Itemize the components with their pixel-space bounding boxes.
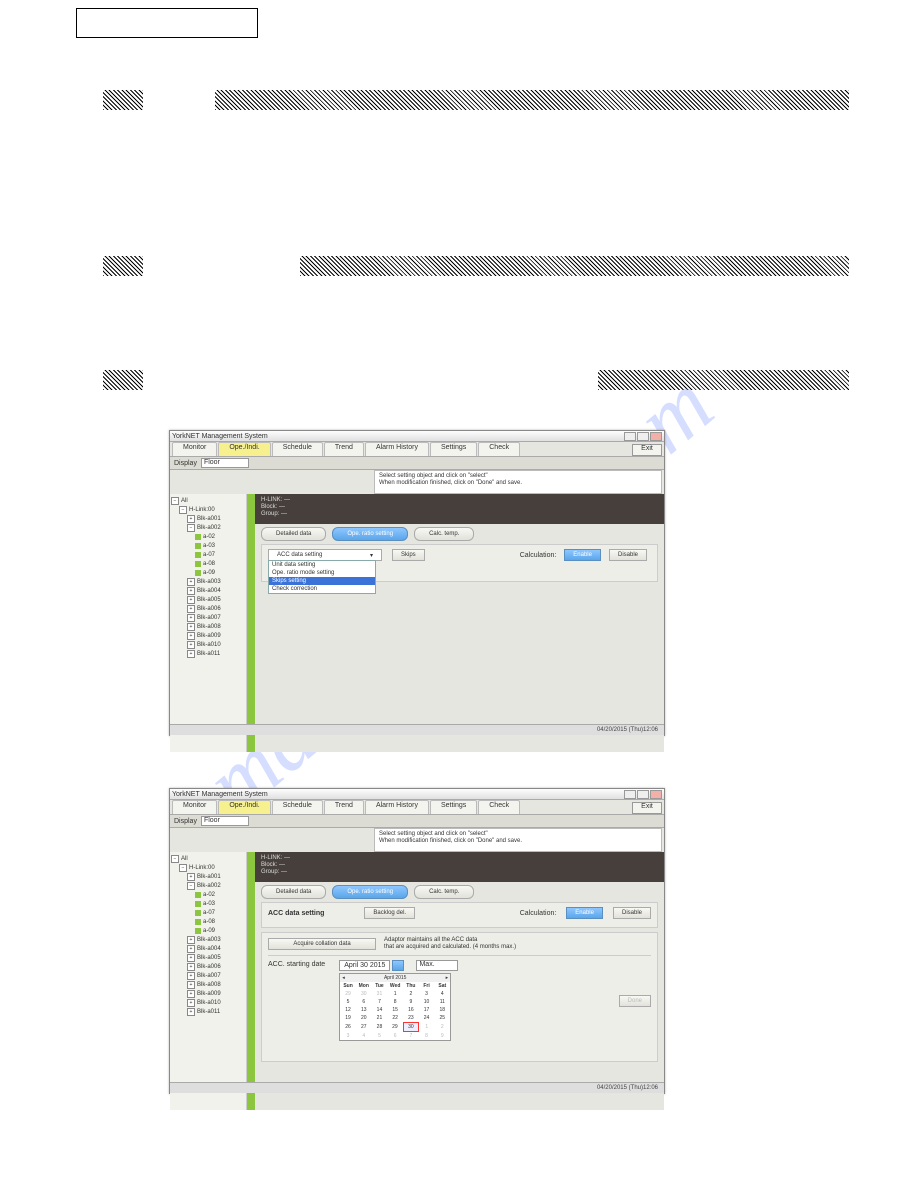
enable-button[interactable]: Enable [564, 549, 601, 561]
tab-schedule[interactable]: Schedule [272, 442, 323, 456]
acc-data-setting-label: ACC data setting [268, 910, 324, 917]
display-select[interactable]: Floor [201, 816, 249, 826]
hatch-right-3 [598, 370, 849, 390]
display-label: Display [174, 460, 197, 467]
minimize-button[interactable] [624, 790, 636, 799]
hatch-right-1 [215, 90, 849, 110]
minimize-button[interactable] [624, 432, 636, 441]
navigation-tree[interactable]: −All −H-Link:00 +Blk-a001 −Blk-a002 a-02… [170, 494, 247, 752]
tab-settings[interactable]: Settings [430, 442, 477, 456]
prev-month-icon[interactable]: ◂ [342, 975, 345, 981]
tab-alarm-history[interactable]: Alarm History [365, 442, 429, 456]
ope-ratio-setting-button[interactable]: Ope. ratio setting [332, 885, 408, 899]
close-button[interactable] [650, 432, 662, 441]
selection-header: H-LINK: — Block: — Group: — [255, 852, 664, 882]
display-select[interactable]: Floor [201, 458, 249, 468]
window-controls [624, 790, 662, 799]
hatch-left-3 [103, 370, 143, 390]
tab-ope-indi[interactable]: Ope./Indi. [218, 442, 270, 456]
hint-bar: Select setting object and click on "sele… [374, 470, 662, 494]
hatch-left-1 [103, 90, 143, 110]
max-select[interactable]: Max. [416, 960, 458, 971]
window-title: YorkNET Management System [172, 433, 268, 440]
calculation-label: Calculation: [520, 552, 557, 559]
maximize-button[interactable] [637, 432, 649, 441]
done-button[interactable]: Done [619, 995, 651, 1007]
next-month-icon[interactable]: ▸ [446, 975, 449, 981]
hatch-right-2 [300, 256, 849, 276]
disable-button[interactable]: Disable [609, 549, 647, 561]
app-window-1: YorkNET Management System Monitor Ope./I… [169, 430, 665, 736]
ope-ratio-setting-button[interactable]: Ope. ratio setting [332, 527, 408, 541]
acquire-note: Adaptor maintains all the ACC data that … [384, 937, 516, 951]
titlebar: YorkNET Management System [170, 431, 664, 442]
close-button[interactable] [650, 790, 662, 799]
main-tabbar: Monitor Ope./Indi. Schedule Trend Alarm … [170, 442, 664, 456]
detailed-data-button[interactable]: Detailed data [261, 885, 326, 899]
acc-dropdown-list[interactable]: Unit data setting Ope. ratio mode settin… [268, 560, 376, 594]
display-bar: Display Floor [170, 456, 664, 470]
calendar-grid[interactable]: SunMonTueWedThuFriSat 293031123456789101… [340, 982, 450, 1040]
navigation-tree[interactable]: −All −H-Link:00 +Blk-a001 −Blk-a002 a-02… [170, 852, 247, 1110]
tab-monitor[interactable]: Monitor [172, 800, 217, 814]
exit-button[interactable]: Exit [632, 802, 662, 814]
hatch-left-2 [103, 256, 143, 276]
acc-starting-date-label: ACC. starting date [268, 960, 325, 968]
window-title: YorkNET Management System [172, 791, 268, 798]
calc-temp-button[interactable]: Calc. temp. [414, 527, 474, 541]
unit-status-icon [195, 534, 201, 540]
disable-button[interactable]: Disable [613, 907, 651, 919]
tab-check[interactable]: Check [478, 800, 520, 814]
tree-collapse-icon[interactable]: − [171, 497, 179, 505]
display-bar: Display Floor [170, 814, 664, 828]
selection-header: H-LINK: — Block: — Group: — [255, 494, 664, 524]
tab-ope-indi[interactable]: Ope./Indi. [218, 800, 270, 814]
status-bar: 04/20/2015 (Thu)12:06 [170, 1082, 664, 1093]
hint-bar: Select setting object and click on "sele… [374, 828, 662, 852]
section-label-box [76, 8, 258, 38]
titlebar: YorkNET Management System [170, 789, 664, 800]
calc-temp-button[interactable]: Calc. temp. [414, 885, 474, 899]
window-controls [624, 432, 662, 441]
maximize-button[interactable] [637, 790, 649, 799]
accent-strip [247, 494, 255, 752]
main-panel: H-LINK: — Block: — Group: — Detailed dat… [247, 852, 664, 1110]
chevron-down-icon: ▾ [370, 552, 373, 559]
acquire-collation-data-button[interactable]: Acquire collation data [268, 938, 376, 950]
main-panel: H-LINK: — Block: — Group: — Detailed dat… [247, 494, 664, 752]
tab-monitor[interactable]: Monitor [172, 442, 217, 456]
main-tabbar: Monitor Ope./Indi. Schedule Trend Alarm … [170, 800, 664, 814]
tab-schedule[interactable]: Schedule [272, 800, 323, 814]
skips-button[interactable]: Skips [392, 549, 425, 561]
app-window-2: YorkNET Management System Monitor Ope./I… [169, 788, 665, 1094]
detailed-data-button[interactable]: Detailed data [261, 527, 326, 541]
tab-check[interactable]: Check [478, 442, 520, 456]
tab-settings[interactable]: Settings [430, 800, 477, 814]
tab-alarm-history[interactable]: Alarm History [365, 800, 429, 814]
backlog-del-button[interactable]: Backlog del. [364, 907, 415, 919]
tab-trend[interactable]: Trend [324, 800, 364, 814]
date-picker[interactable]: ◂April 2015▸ SunMonTueWedThuFriSat 29303… [339, 973, 451, 1041]
acc-starting-date-field[interactable]: April 30 2015 Max. [339, 960, 458, 971]
status-bar: 04/20/2015 (Thu)12:06 [170, 724, 664, 735]
calendar-icon[interactable] [392, 960, 404, 971]
enable-button[interactable]: Enable [566, 907, 603, 919]
tab-trend[interactable]: Trend [324, 442, 364, 456]
exit-button[interactable]: Exit [632, 444, 662, 456]
